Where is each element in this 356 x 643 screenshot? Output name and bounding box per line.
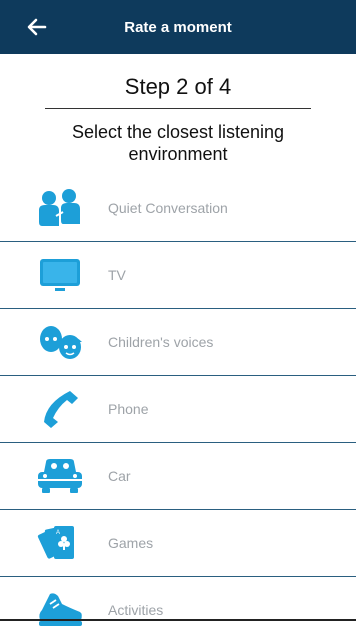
people-icon (36, 188, 84, 228)
environment-item-childrens-voices[interactable]: Children's voices (0, 309, 356, 376)
svg-text:A: A (56, 530, 60, 536)
environment-label: Activities (108, 602, 164, 618)
instruction-text: Select the closest listening environment (71, 122, 285, 164)
environment-item-tv[interactable]: TV (0, 242, 356, 309)
environment-label: Quiet Conversation (108, 200, 228, 216)
car-icon (36, 456, 84, 496)
top-bar: Rate a moment (0, 0, 356, 54)
shoe-icon (36, 590, 84, 630)
environment-label: Phone (108, 401, 149, 417)
tv-icon (36, 255, 84, 295)
home-indicator (0, 619, 356, 621)
environment-item-car[interactable]: Car (0, 443, 356, 510)
environment-label: Games (108, 535, 154, 551)
step-indicator: Step 2 of 4 (124, 74, 232, 99)
environment-item-phone[interactable]: Phone (0, 376, 356, 443)
divider (45, 108, 311, 109)
environment-label: TV (108, 267, 126, 283)
environment-list: Quiet Conversation TV Children's voices … (0, 175, 356, 643)
environment-item-quiet-conversation[interactable]: Quiet Conversation (0, 175, 356, 242)
environment-label: Car (108, 468, 131, 484)
children-icon (36, 322, 84, 362)
phone-icon (36, 389, 84, 429)
back-arrow-icon[interactable] (26, 16, 48, 38)
environment-item-activities[interactable]: Activities (0, 577, 356, 643)
page-title: Rate a moment (124, 18, 232, 36)
environment-label: Children's voices (108, 334, 214, 350)
environment-item-games[interactable]: A Games (0, 510, 356, 577)
cards-icon: A (36, 523, 84, 563)
